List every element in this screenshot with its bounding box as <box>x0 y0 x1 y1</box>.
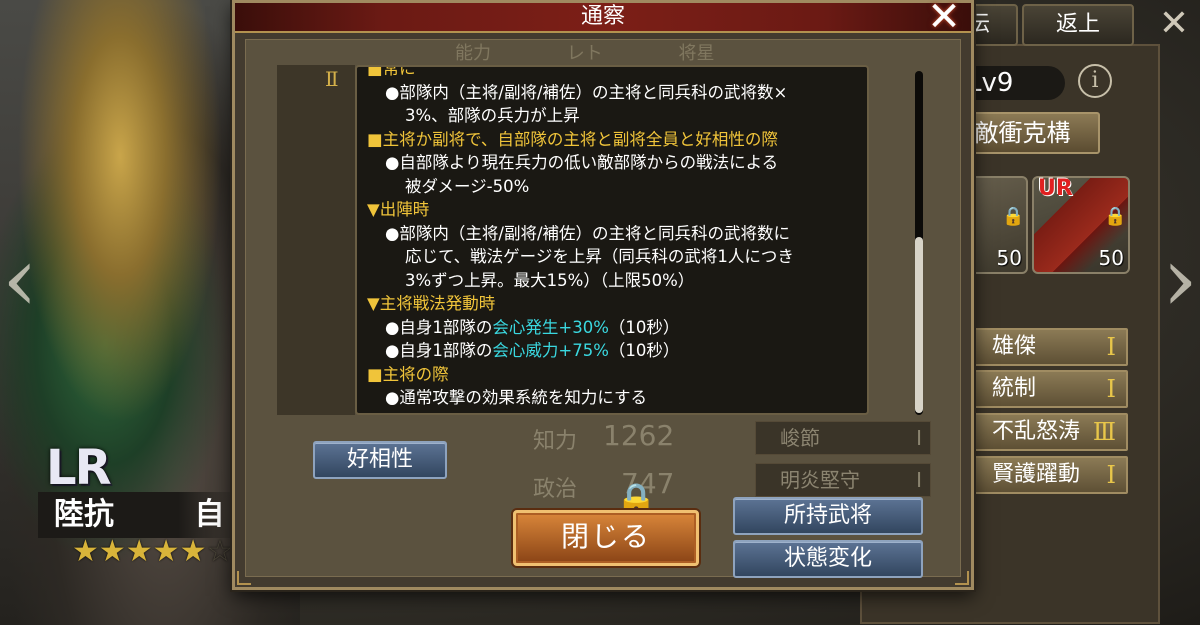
item-level: 50 <box>1098 246 1124 270</box>
corner-ornament <box>955 571 969 585</box>
ghost-skill-rank: Ⅰ <box>916 426 922 450</box>
lock-icon: 🔒 <box>1104 206 1127 227</box>
skill-rank: Ⅲ <box>1092 418 1116 446</box>
hero-name-partial: 自 <box>194 497 225 532</box>
description-line: ●自身1部隊の会心威力+75%（10秒） <box>367 339 867 363</box>
line-prefix: ●自身1部隊の <box>385 341 493 360</box>
skill-row-2[interactable]: 統制 Ⅰ <box>968 370 1128 408</box>
ghost-tab: 能力 <box>455 43 491 64</box>
tab-return[interactable]: 返上 <box>1022 4 1134 46</box>
skill-label: 雄傑 <box>992 334 1037 359</box>
item-rarity: UR <box>1038 176 1073 201</box>
ghost-stat-label: 政治 <box>533 477 578 502</box>
detail-dialog: 通察 ✕ 能力 レト 将星 主 Ⅱ ■常に ●部隊内（主将/副将/補佐）の主将と同… <box>232 0 974 590</box>
ghost-tab: 将星 <box>678 43 715 64</box>
scrollbar[interactable] <box>915 71 923 415</box>
description-heading: ■主将の際 <box>367 364 449 384</box>
highlight-value: 会心発生+30% <box>492 317 609 337</box>
dialog-title: 通察 <box>580 4 625 29</box>
description-heading: ▼主将戦法発動時 <box>367 294 496 313</box>
ghost-skill-rank: Ⅰ <box>916 468 922 492</box>
description-scroll-box[interactable]: ■常に ●部隊内（主将/副将/補佐）の主将と同兵科の武将数× 3%、部隊の兵力が上昇… <box>355 65 869 415</box>
hero-name-text: 陸抗 <box>54 497 114 532</box>
ghost-skill-label: 峻節 <box>780 426 820 450</box>
ghost-stat-value: 1262 <box>603 419 675 452</box>
close-button[interactable]: 閉じる <box>513 510 699 566</box>
ghost-skill: 峻節 Ⅰ <box>755 421 931 455</box>
dialog-header: 通察 <box>235 3 971 33</box>
stars-filled: ★★★★★ <box>72 534 207 569</box>
skill-rank: Ⅰ <box>1106 333 1116 361</box>
description-heading: ■主将か副将で、自部隊の主将と副将全員と好相性の際 <box>367 129 778 149</box>
highlight-value: 会心威力+75% <box>492 341 609 360</box>
description-line: 3%ずつ上昇。最大15%）（上限50%） <box>405 270 695 290</box>
owned-generals-button[interactable]: 所持武将 <box>733 497 923 535</box>
hero-name: 陸抗 自 <box>38 492 238 538</box>
dialog-close-icon[interactable]: ✕ <box>923 0 965 39</box>
skill-label: 不乱怒涛 <box>992 419 1081 444</box>
line-prefix: ●自身1部隊の <box>385 317 493 337</box>
description-line: ●自部隊より現在兵力の低い敵部隊からの戦法による <box>385 153 779 172</box>
skill-label: 賢護躍動 <box>992 462 1081 487</box>
description-line: 応じて、戦法ゲージを上昇（同兵科の武将1人につき <box>405 247 794 266</box>
skill-rank: Ⅰ <box>1106 375 1116 403</box>
skill-label: 統制 <box>992 376 1037 401</box>
ghost-stat-label: 知力 <box>533 429 578 454</box>
description-line: ●部隊内（主将/副将/補佐）の主将と同兵科の武将数× <box>385 82 788 102</box>
affinity-button[interactable]: 好相性 <box>313 441 447 479</box>
description-line: 被ダメージ-50% <box>405 176 530 196</box>
next-hero-arrow-icon[interactable]: › <box>1160 230 1200 340</box>
corner-ornament <box>237 571 251 585</box>
skill-row-1[interactable]: 雄傑 Ⅰ <box>968 328 1128 366</box>
ghost-tabs: 能力 レト 将星 主 <box>455 41 875 90</box>
info-icon[interactable]: i <box>1078 64 1112 98</box>
ghost-tab: レト <box>566 43 603 64</box>
skill-row-4[interactable]: 賢護躍動 Ⅰ <box>968 456 1128 494</box>
ghost-skill-label: 明炎堅守 <box>780 468 860 492</box>
item-level: 50 <box>996 246 1022 270</box>
line-suffix: （10秒） <box>608 341 680 360</box>
description-line: ●通常攻撃の効果系統を知力にする <box>385 388 648 407</box>
screen-close-icon[interactable]: ✕ <box>1156 6 1192 42</box>
scrollbar-thumb[interactable] <box>915 237 923 413</box>
description-heading: ▼出陣時 <box>367 200 430 219</box>
skill-rank: Ⅰ <box>1106 461 1116 489</box>
description-line: ●自身1部隊の会心発生+30%（10秒） <box>367 316 867 340</box>
description-text: ■常に ●部隊内（主将/副将/補佐）の主将と同兵科の武将数× 3%、部隊の兵力が上昇… <box>367 65 867 410</box>
description-heading: ■常に <box>367 65 416 78</box>
scroll-frame-left <box>277 65 355 415</box>
skill-row-3[interactable]: 不乱怒涛 Ⅲ <box>968 413 1128 451</box>
line-suffix: （10秒） <box>608 317 680 337</box>
description-line: 3%、部隊の兵力が上昇 <box>405 106 580 125</box>
prev-hero-arrow-icon[interactable]: ‹ <box>0 230 40 340</box>
rarity-badge: LR <box>46 440 112 496</box>
ghost-skill: 明炎堅守 Ⅰ <box>755 463 931 497</box>
status-change-button[interactable]: 状態変化 <box>733 540 923 578</box>
description-line: ●部隊内（主将/副将/補佐）の主将と同兵科の武将数に <box>385 223 791 243</box>
equipment-slot-2[interactable]: UR 🔒 50 <box>1032 176 1130 274</box>
lock-icon: 🔒 <box>1002 206 1025 227</box>
level-roman: Ⅱ <box>325 67 339 91</box>
